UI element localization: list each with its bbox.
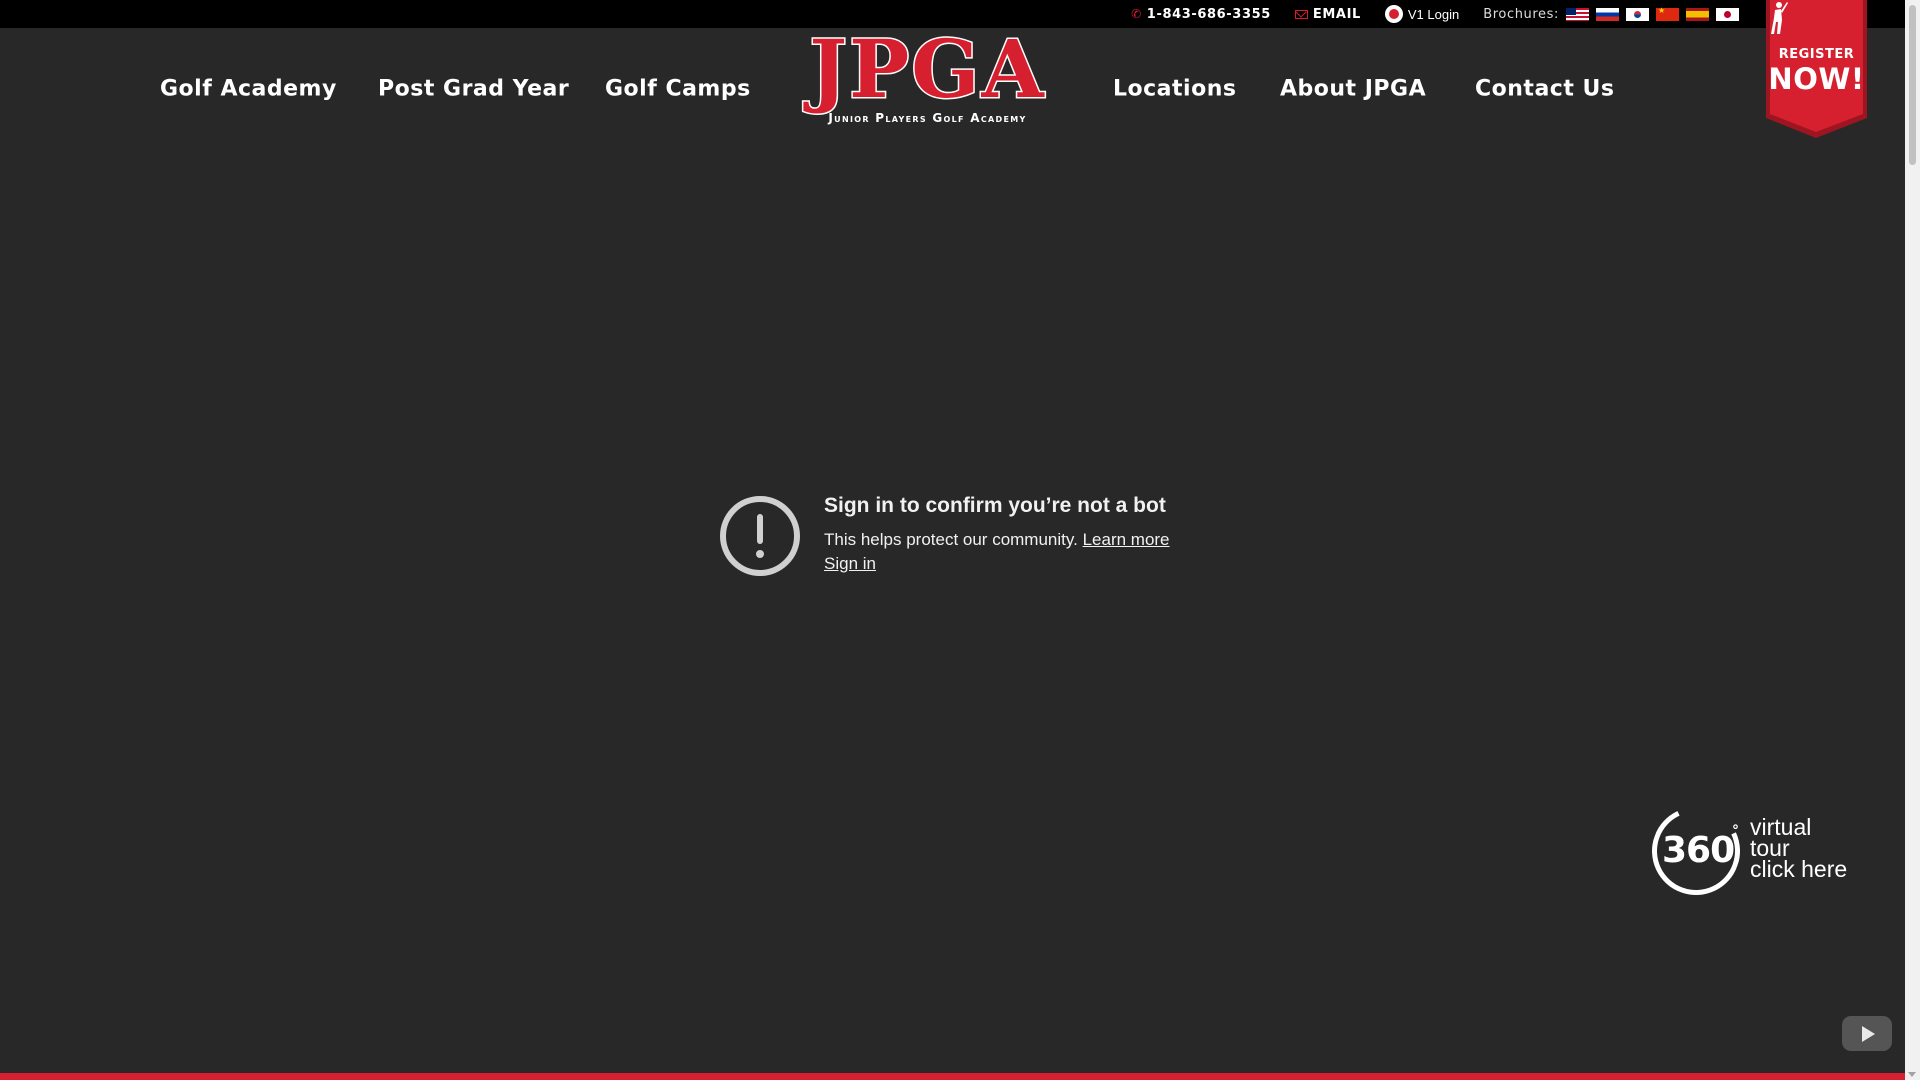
register-label: REGISTER xyxy=(1778,47,1855,62)
nav-locations[interactable]: Locations xyxy=(1113,77,1236,102)
tour-line-3: click here xyxy=(1750,856,1848,882)
register-now-label: NOW! xyxy=(1768,62,1865,96)
golfer-icon xyxy=(1771,2,1788,34)
brochures: Brochures: xyxy=(1483,6,1739,22)
kr-flag-icon[interactable] xyxy=(1626,7,1649,21)
sign-in-link[interactable]: Sign in xyxy=(824,554,876,574)
nav-golf-camps[interactable]: Golf Camps xyxy=(605,77,751,102)
v1-logo-icon xyxy=(1384,5,1403,23)
top-utility-links: ✆ 1-843-686-3355 EMAIL V1 Login Brochure… xyxy=(1131,0,1739,28)
nav-post-grad-year[interactable]: Post Grad Year xyxy=(378,77,569,102)
nav-about-jpga[interactable]: About JPGA xyxy=(1280,77,1426,102)
nav-golf-camps-label: Golf Camps xyxy=(605,76,751,102)
brochures-label: Brochures: xyxy=(1483,6,1559,22)
notice-text-row: This helps protect our community. Learn … xyxy=(824,530,1170,550)
logo-mark: JPGA xyxy=(808,22,1046,116)
ru-flag-icon[interactable] xyxy=(1596,7,1619,21)
scroll-thumb[interactable] xyxy=(1909,5,1916,165)
nav-locations-label: Locations xyxy=(1113,76,1237,102)
page-scrollbar[interactable] xyxy=(1905,0,1920,1080)
cn-flag-icon[interactable] xyxy=(1656,6,1679,21)
jpga-logo[interactable]: JPGA Junior Players Golf Academy xyxy=(800,22,1055,126)
learn-more-link[interactable]: Learn more xyxy=(1083,530,1170,549)
notice-title: Sign in to confirm you’re not a bot xyxy=(824,494,1166,517)
phone-number: 1-843-686-3355 xyxy=(1146,6,1271,22)
nav-about-jpga-label: About JPGA xyxy=(1280,76,1427,102)
mail-icon xyxy=(1294,9,1308,19)
alert-icon xyxy=(720,496,800,576)
tour-number: 360 xyxy=(1662,830,1735,871)
us-flag-icon[interactable] xyxy=(1566,7,1589,21)
nav-contact-us[interactable]: Contact Us xyxy=(1475,77,1614,102)
phone-link[interactable]: ✆ 1-843-686-3355 xyxy=(1131,7,1271,22)
email-link[interactable]: EMAIL xyxy=(1294,6,1361,22)
nav-golf-academy-label: Golf Academy xyxy=(160,76,337,102)
bottom-accent-bar xyxy=(0,1073,1905,1080)
email-label: EMAIL xyxy=(1312,6,1361,22)
nav-contact-us-label: Contact Us xyxy=(1475,76,1615,102)
v1-login-link[interactable]: V1 Login xyxy=(1384,5,1460,23)
tour-text: virtual tour click here xyxy=(1750,816,1848,882)
virtual-tour-button[interactable]: 360 ° virtual tour click here xyxy=(1639,794,1858,908)
bot-check-notice: Sign in to confirm you’re not a bot This… xyxy=(720,494,1260,584)
es-flag-icon[interactable] xyxy=(1686,7,1709,21)
notice-text: This helps protect our community. xyxy=(824,530,1078,549)
nav-golf-academy[interactable]: Golf Academy xyxy=(160,77,337,102)
v1-login-label: V1 Login xyxy=(1407,6,1460,22)
jp-flag-icon[interactable] xyxy=(1716,7,1739,21)
scroll-down-arrow-icon[interactable] xyxy=(1908,1072,1916,1077)
youtube-icon[interactable] xyxy=(1842,1016,1892,1051)
logo-subtitle: Junior Players Golf Academy xyxy=(828,111,1027,125)
tour-degree-symbol: ° xyxy=(1732,823,1739,839)
register-now-button[interactable]: REGISTER NOW! xyxy=(1766,0,1867,138)
nav-post-grad-year-label: Post Grad Year xyxy=(378,76,570,102)
phone-icon: ✆ xyxy=(1131,7,1142,21)
